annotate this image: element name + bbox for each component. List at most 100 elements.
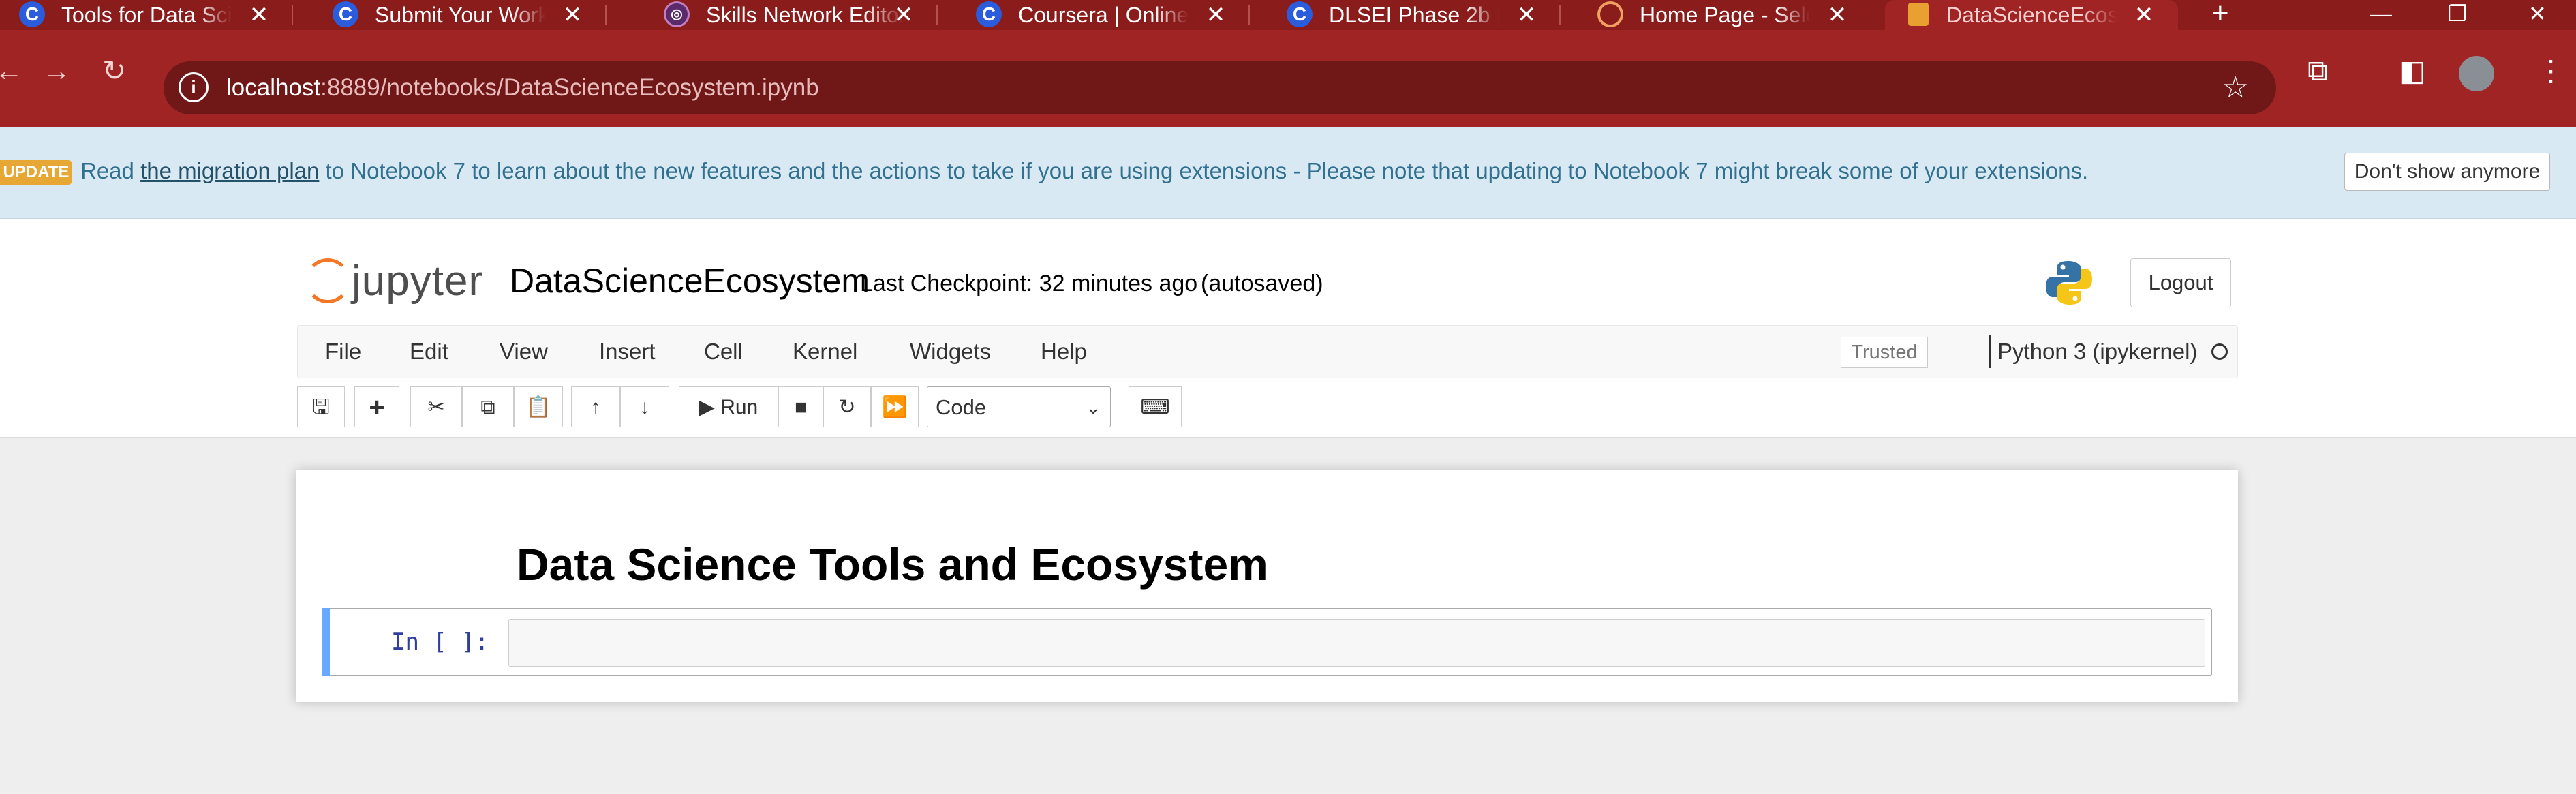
forward-icon[interactable]: →: [42, 30, 71, 112]
insert-cell-button[interactable]: +: [354, 386, 399, 427]
code-editor[interactable]: [508, 619, 2205, 667]
site-info-icon[interactable]: i: [179, 72, 209, 102]
scissors-icon: ✂: [427, 396, 445, 418]
extensions-icon[interactable]: ⧉: [2307, 30, 2328, 112]
play-icon: ▶: [699, 396, 715, 418]
browser-toolbar: ← → ↻ i localhost:8889/notebooks/DataSci…: [0, 30, 2576, 127]
code-cell[interactable]: In [ ]:: [322, 608, 2212, 676]
close-icon[interactable]: ✕: [890, 0, 917, 30]
jupyter-logo-icon: [305, 258, 350, 303]
menubar: File Edit View Insert Cell Kernel Widget…: [297, 325, 2238, 378]
browser-tab[interactable]: C DLSEI Phase 2b | Cou ✕: [1268, 0, 1561, 30]
restart-button[interactable]: ↻: [823, 386, 871, 427]
move-down-button[interactable]: ↓: [620, 386, 669, 427]
tab-title: Skills Network Editor: [706, 3, 904, 27]
close-window-icon[interactable]: ✕: [2528, 0, 2547, 27]
keyboard-icon: ⌨: [1140, 396, 1170, 418]
browser-tab-active[interactable]: DataScienceEcosyste ✕: [1885, 0, 2178, 30]
plus-icon: +: [369, 393, 385, 423]
interrupt-button[interactable]: ■: [778, 386, 823, 427]
arrow-up-icon: ↑: [590, 396, 601, 418]
copy-button[interactable]: ⧉: [462, 386, 514, 427]
menu-insert[interactable]: Insert: [599, 326, 656, 378]
trusted-indicator[interactable]: Trusted: [1841, 337, 1928, 368]
back-icon[interactable]: ←: [0, 30, 23, 112]
stop-icon: ■: [794, 396, 808, 418]
reload-icon[interactable]: ↻: [102, 30, 126, 112]
coursera-icon: C: [1287, 1, 1313, 27]
dont-show-anymore-button[interactable]: Don't show anymore: [2344, 153, 2550, 191]
kernel-idle-icon: [2211, 343, 2228, 360]
side-panel-icon[interactable]: ◧: [2399, 30, 2426, 112]
menu-view[interactable]: View: [500, 326, 548, 378]
update-badge: UPDATE: [0, 160, 72, 185]
coursera-icon: C: [19, 1, 45, 27]
browser-tab[interactable]: C Submit Your Work and ✕: [313, 0, 607, 30]
tab-title: Home Page - Select o: [1640, 3, 1810, 27]
profile-avatar[interactable]: [2459, 56, 2494, 91]
kernel-name[interactable]: Python 3 (ipykernel): [1997, 326, 2197, 378]
input-prompt: In [ ]:: [391, 628, 489, 656]
close-icon[interactable]: ✕: [1513, 0, 1540, 30]
browser-tab[interactable]: C Coursera | Online Cou ✕: [957, 0, 1250, 30]
move-up-button[interactable]: ↑: [571, 386, 620, 427]
arrow-down-icon: ↓: [639, 396, 650, 418]
menu-cell[interactable]: Cell: [704, 326, 743, 378]
save-button[interactable]: 🖫: [297, 386, 345, 427]
tab-title: Submit Your Work and: [375, 3, 545, 27]
menu-kernel[interactable]: Kernel: [793, 326, 857, 378]
notice-text: Read the migration plan to Notebook 7 to…: [80, 158, 2089, 183]
tab-title: DLSEI Phase 2b | Cou: [1329, 3, 1499, 27]
logout-button[interactable]: Logout: [2130, 258, 2231, 307]
cell-type-select[interactable]: Code ⌄: [927, 386, 1111, 427]
paste-icon: 📋: [525, 396, 551, 418]
autosave-status: (autosaved): [1201, 271, 1323, 296]
paste-button[interactable]: 📋: [514, 386, 563, 427]
close-icon[interactable]: ✕: [559, 0, 586, 30]
cut-button[interactable]: ✂: [410, 386, 462, 427]
menu-widgets[interactable]: Widgets: [910, 326, 991, 378]
command-palette-button[interactable]: ⌨: [1129, 386, 1182, 427]
menu-file[interactable]: File: [325, 326, 361, 378]
tab-title: DataScienceEcosyste: [1946, 3, 2117, 27]
fast-forward-icon: ⏩: [882, 396, 908, 418]
close-icon[interactable]: ✕: [1824, 0, 1851, 30]
tab-title: Coursera | Online Cou: [1018, 3, 1189, 27]
close-icon[interactable]: ✕: [245, 0, 273, 30]
restore-icon[interactable]: ❐: [2448, 0, 2468, 27]
migration-notice: UPDATE Read the migration plan to Notebo…: [0, 127, 2576, 219]
browser-tab[interactable]: Home Page - Select o ✕: [1578, 0, 1871, 30]
copy-icon: ⧉: [480, 396, 495, 418]
url-text[interactable]: localhost:8889/notebooks/DataScienceEcos…: [226, 61, 819, 114]
browser-tab[interactable]: C Tools for Data Science ✕: [0, 0, 293, 30]
jupyter-logo[interactable]: jupyter: [300, 253, 497, 307]
selected-cell-indicator: [322, 608, 330, 676]
bookmark-star-icon[interactable]: ☆: [2222, 61, 2249, 114]
new-tab-button[interactable]: +: [2211, 0, 2229, 29]
tab-title: Tools for Data Science: [61, 3, 232, 27]
close-icon[interactable]: ✕: [1202, 0, 1229, 30]
browser-tab[interactable]: ◎ Skills Network Editor ✕: [645, 0, 938, 30]
python-logo-icon: [2046, 261, 2092, 305]
menu-help[interactable]: Help: [1041, 326, 1087, 378]
jupyter-header: jupyter DataScienceEcosystem Last Checkp…: [0, 219, 2576, 438]
notebook-icon: [1908, 3, 1929, 26]
skills-network-icon: ◎: [664, 1, 690, 27]
address-bar[interactable]: i localhost:8889/notebooks/DataScienceEc…: [164, 61, 2276, 114]
menu-kebab-icon[interactable]: ⋮: [2536, 30, 2565, 112]
close-icon[interactable]: ✕: [2130, 0, 2158, 30]
notebook-name[interactable]: DataScienceEcosystem: [510, 261, 870, 301]
minimize-icon[interactable]: —: [2370, 0, 2392, 27]
migration-plan-link[interactable]: the migration plan: [140, 158, 319, 183]
restart-run-all-button[interactable]: ⏩: [871, 386, 919, 427]
coursera-icon: C: [976, 1, 1002, 27]
menu-edit[interactable]: Edit: [410, 326, 448, 378]
checkpoint-status: Last Checkpoint: 32 minutes ago: [860, 271, 1198, 296]
browser-tab-strip: C Tools for Data Science ✕ C Submit Your…: [0, 0, 2576, 30]
markdown-heading[interactable]: Data Science Tools and Ecosystem: [517, 538, 1268, 590]
jupyter-home-icon: [1597, 1, 1623, 27]
run-button[interactable]: ▶ Run: [679, 386, 778, 427]
chevron-down-icon: ⌄: [1086, 397, 1101, 418]
save-icon: 🖫: [312, 396, 330, 418]
restart-icon: ↻: [838, 396, 856, 418]
